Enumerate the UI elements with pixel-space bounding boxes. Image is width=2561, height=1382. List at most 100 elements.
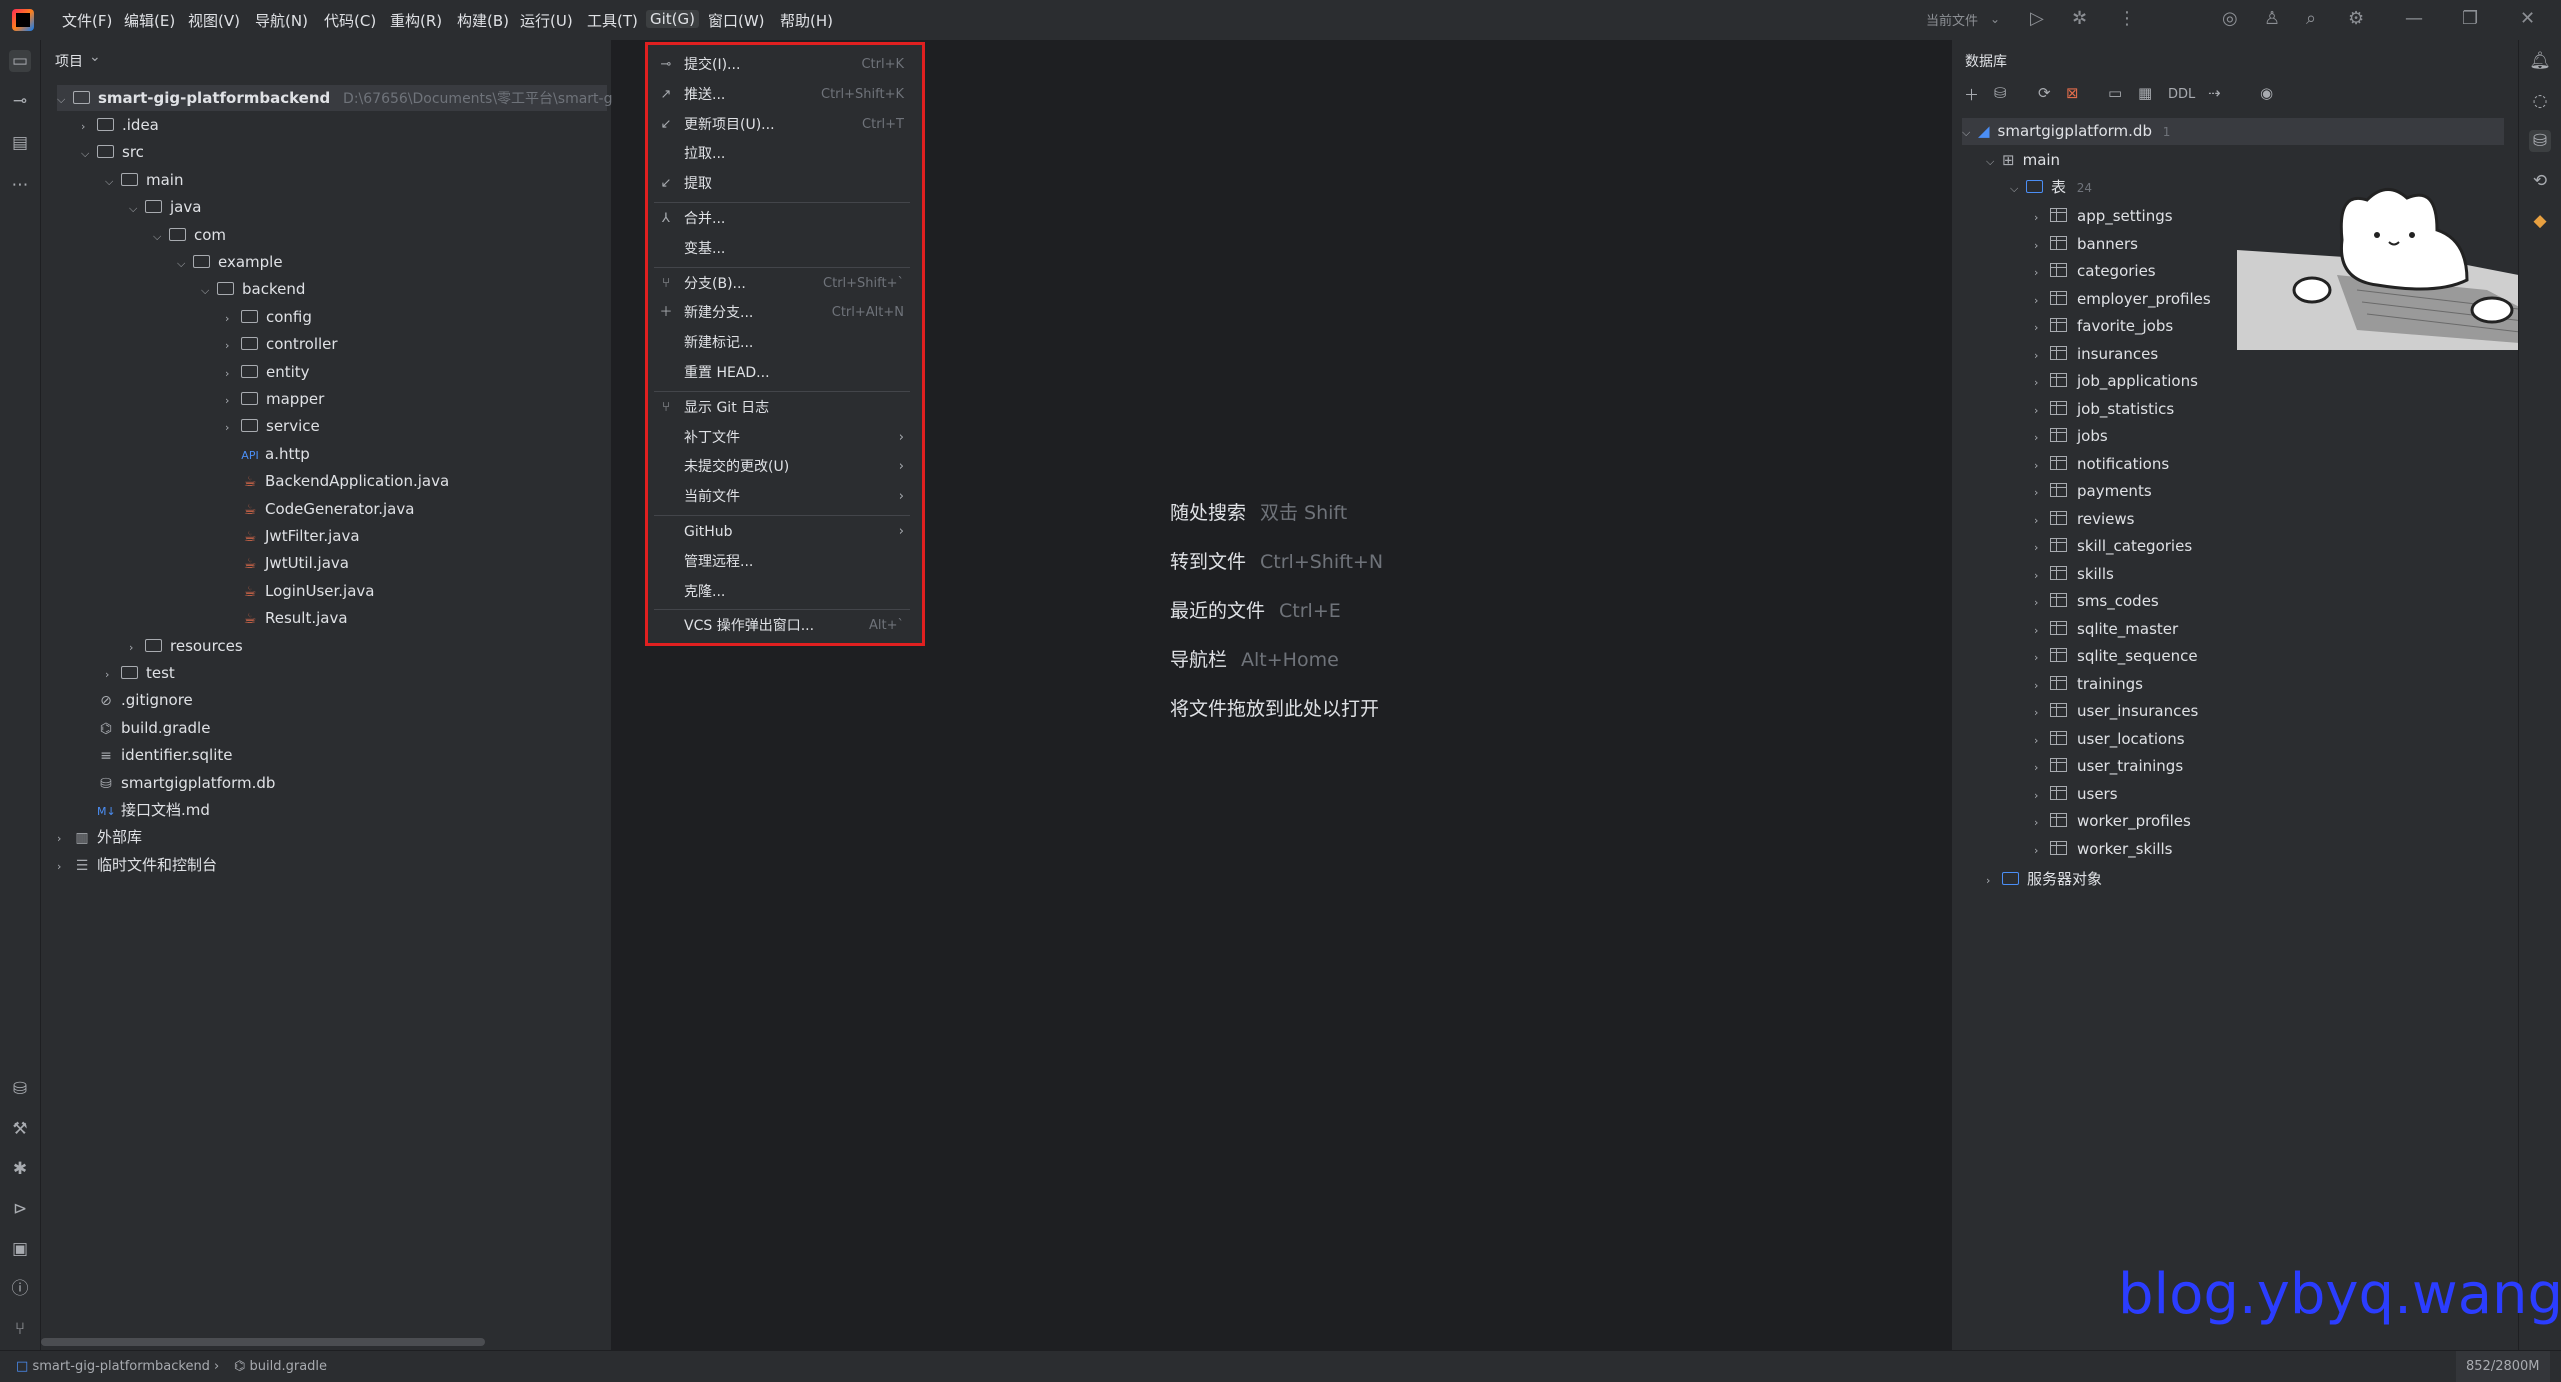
intellij-logo-icon[interactable] [12, 9, 34, 31]
chevron-right-icon[interactable]: › [2034, 342, 2050, 369]
chevron-right-icon[interactable]: › [57, 826, 73, 852]
db-table-row[interactable]: › users [2034, 781, 2118, 808]
debug-icon[interactable]: ✲ [2072, 8, 2087, 29]
jump-to-source-icon[interactable]: ⇢ [2208, 84, 2221, 102]
tree-item-folder[interactable]: › entity [225, 359, 310, 385]
chevron-down-icon[interactable]: ⌵ [1986, 148, 2002, 175]
git-menu-item[interactable]: 管理远程... [648, 548, 916, 576]
chevron-right-icon[interactable]: › [2034, 452, 2050, 479]
tree-item-java[interactable]: ☕ JwtUtil.java [225, 550, 349, 576]
close-window-icon[interactable]: ✕ [2520, 8, 2535, 29]
chevron-down-icon[interactable]: ⌵ [201, 278, 217, 304]
db-table-row[interactable]: › user_insurances [2034, 698, 2198, 725]
db-table-row[interactable]: › trainings [2034, 671, 2143, 698]
breadcrumb-project[interactable]: □ smart-gig-platformbackend [16, 1359, 210, 1374]
chevron-right-icon[interactable]: › [2034, 232, 2050, 259]
notifications-bell-icon[interactable]: 🔔︎ [2529, 50, 2551, 72]
chevron-right-icon[interactable]: › [225, 415, 241, 441]
db-table-row[interactable]: › skills [2034, 561, 2114, 588]
chevron-down-icon[interactable]: ⌵ [57, 87, 73, 113]
menu-11[interactable]: 帮助(H) [780, 10, 833, 31]
more-tools-icon[interactable]: ⋯ [9, 174, 31, 196]
tree-item-db[interactable]: ⛁ smartgigplatform.db [81, 770, 275, 796]
menu-1[interactable]: 编辑(E) [124, 10, 175, 31]
settings-gear-icon[interactable]: ⚙ [2348, 8, 2364, 29]
git-menu-item[interactable]: ⑂ 显示 Git 日志 [648, 394, 916, 422]
chevron-down-icon[interactable]: ⌵ [105, 169, 121, 195]
chevron-right-icon[interactable]: › [2034, 562, 2050, 589]
datasource-properties-icon[interactable]: ⛁ [1994, 84, 2007, 102]
db-table-row[interactable]: › worker_profiles [2034, 808, 2191, 835]
tree-item-java[interactable]: ☕ CodeGenerator.java [225, 496, 415, 522]
git-menu-item[interactable]: GitHub › [648, 518, 916, 546]
chevron-right-icon[interactable]: › [2034, 479, 2050, 506]
tree-item-folder[interactable]: › service [225, 413, 320, 439]
db-table-row[interactable]: › employer_profiles [2034, 286, 2211, 313]
horizontal-scrollbar[interactable] [41, 1338, 485, 1346]
menu-4[interactable]: 代码(C) [324, 10, 376, 31]
menu-0[interactable]: 文件(F) [62, 10, 112, 31]
chevron-right-icon[interactable]: › [2034, 782, 2050, 809]
tree-item-folder[interactable]: ⌵ com [153, 222, 226, 248]
tree-item-java[interactable]: ☕ LoginUser.java [225, 578, 375, 604]
db-table-row[interactable]: › banners [2034, 231, 2138, 258]
restore-window-icon[interactable]: ❐ [2462, 8, 2478, 29]
git-menu-item[interactable]: ＋ 新建分支... Ctrl+Alt+N [648, 299, 916, 327]
tree-item-folder[interactable]: ⌵ backend [201, 276, 305, 302]
ddl-button[interactable]: DDL [2168, 87, 2195, 102]
run-icon[interactable]: ▷ [2030, 8, 2044, 29]
tree-item-folder[interactable]: ⌵ src [81, 139, 144, 165]
chevron-right-icon[interactable]: › [225, 306, 241, 332]
database-tool-icon[interactable]: ⛁ [9, 1078, 31, 1100]
git-menu-item[interactable]: 克隆... [648, 578, 916, 606]
db-table-row[interactable]: › notifications [2034, 451, 2169, 478]
db-table-row[interactable]: › categories [2034, 258, 2156, 285]
chevron-down-icon[interactable]: ⌵ [153, 224, 169, 250]
chevron-down-icon[interactable]: ⌵ [1962, 119, 1978, 146]
chevron-right-icon[interactable]: › [2034, 534, 2050, 561]
db-table-row[interactable]: › skill_categories [2034, 533, 2192, 560]
tree-item-lib[interactable]: › ▥ 外部库 [57, 824, 142, 850]
chevron-right-icon[interactable]: › [2034, 754, 2050, 781]
db-table-row[interactable]: › jobs [2034, 423, 2108, 450]
chevron-right-icon[interactable]: › [2034, 837, 2050, 864]
tree-item-folder[interactable]: ⌵ example [177, 249, 283, 275]
chevron-down-icon[interactable]: ⌵ [177, 251, 193, 277]
menu-3[interactable]: 导航(N) [255, 10, 308, 31]
git-menu-item[interactable]: 新建标记... [648, 329, 916, 357]
services-icon[interactable]: ⊳ [9, 1198, 31, 1220]
ai-assistant-icon[interactable]: ◎ [2222, 8, 2238, 29]
chevron-down-icon[interactable]: ⌵ [2010, 175, 2026, 202]
git-menu-item[interactable]: ⅄ 合并... [648, 205, 916, 233]
structure-icon[interactable]: ▤ [9, 132, 31, 154]
db-table-row[interactable]: › payments [2034, 478, 2152, 505]
chevron-right-icon[interactable]: › [2034, 287, 2050, 314]
chevron-right-icon[interactable]: › [81, 114, 97, 140]
tree-item-java[interactable]: ☕ BackendApplication.java [225, 468, 449, 494]
chevron-right-icon[interactable]: › [2034, 259, 2050, 286]
server-objects-row[interactable]: › 服务器对象 [1986, 866, 2102, 893]
refresh-icon[interactable]: ⟳ [2038, 84, 2051, 102]
tree-item-folder[interactable]: › controller [225, 331, 338, 357]
git-menu-item[interactable]: 变基... [648, 235, 916, 263]
chevron-right-icon[interactable]: › [2034, 397, 2050, 424]
git-menu-item[interactable]: 拉取... [648, 140, 916, 168]
terminal-icon[interactable]: ▣ [9, 1238, 31, 1260]
db-table-row[interactable]: › job_applications [2034, 368, 2198, 395]
tree-item-folder[interactable]: › mapper [225, 386, 324, 412]
db-table-row[interactable]: › sms_codes [2034, 588, 2159, 615]
chevron-right-icon[interactable]: › [2034, 809, 2050, 836]
tree-item-http[interactable]: API a.http [225, 441, 309, 467]
chevron-down-icon[interactable]: ⌄ [89, 49, 101, 65]
chevron-right-icon[interactable]: › [2034, 672, 2050, 699]
chevron-right-icon[interactable]: › [105, 662, 121, 688]
chevron-right-icon[interactable]: › [2034, 644, 2050, 671]
git-menu-item[interactable]: VCS 操作弹出窗口... Alt+` [648, 612, 916, 640]
database-tool-icon[interactable]: ⛁ [2529, 130, 2551, 152]
db-table-row[interactable]: › job_statistics [2034, 396, 2174, 423]
git-menu-item[interactable]: ⊸ 提交(I)... Ctrl+K [648, 51, 916, 79]
problems-icon[interactable]: ⓘ [9, 1278, 31, 1300]
menu-2[interactable]: 视图(V) [188, 10, 240, 31]
tree-item-folder[interactable]: › test [105, 660, 175, 686]
debug-bug-icon[interactable]: ✱ [9, 1158, 31, 1180]
